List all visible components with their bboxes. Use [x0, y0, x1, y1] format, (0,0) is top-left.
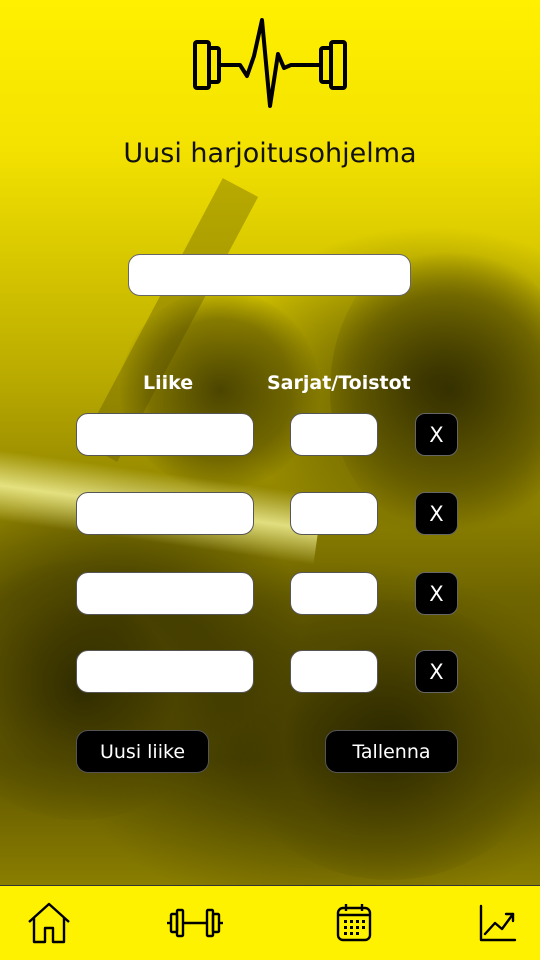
remove-row-button[interactable]: X [415, 650, 458, 693]
calendar-icon[interactable] [332, 900, 378, 946]
dumbbell-icon[interactable] [166, 900, 224, 946]
move-input[interactable] [76, 650, 254, 693]
remove-row-button[interactable]: X [415, 492, 458, 535]
remove-row-button[interactable]: X [415, 413, 458, 456]
chart-icon[interactable] [475, 900, 521, 946]
column-header-move: Liike [143, 372, 194, 394]
sets-reps-input[interactable] [290, 492, 378, 535]
home-icon[interactable] [26, 900, 72, 946]
move-input[interactable] [76, 413, 254, 456]
new-move-button[interactable]: Uusi liike [76, 730, 209, 773]
sets-reps-input[interactable] [290, 572, 378, 615]
program-name-input[interactable] [128, 254, 411, 296]
bottom-nav [0, 885, 540, 960]
sets-reps-input[interactable] [290, 413, 378, 456]
move-input[interactable] [76, 492, 254, 535]
dumbbell-heartbeat-icon [190, 18, 350, 110]
remove-row-button[interactable]: X [415, 572, 458, 615]
move-input[interactable] [76, 572, 254, 615]
page-title: Uusi harjoitusohjelma [123, 138, 417, 169]
column-header-sets-reps: Sarjat/Toistot [267, 372, 411, 394]
save-button[interactable]: Tallenna [325, 730, 458, 773]
sets-reps-input[interactable] [290, 650, 378, 693]
